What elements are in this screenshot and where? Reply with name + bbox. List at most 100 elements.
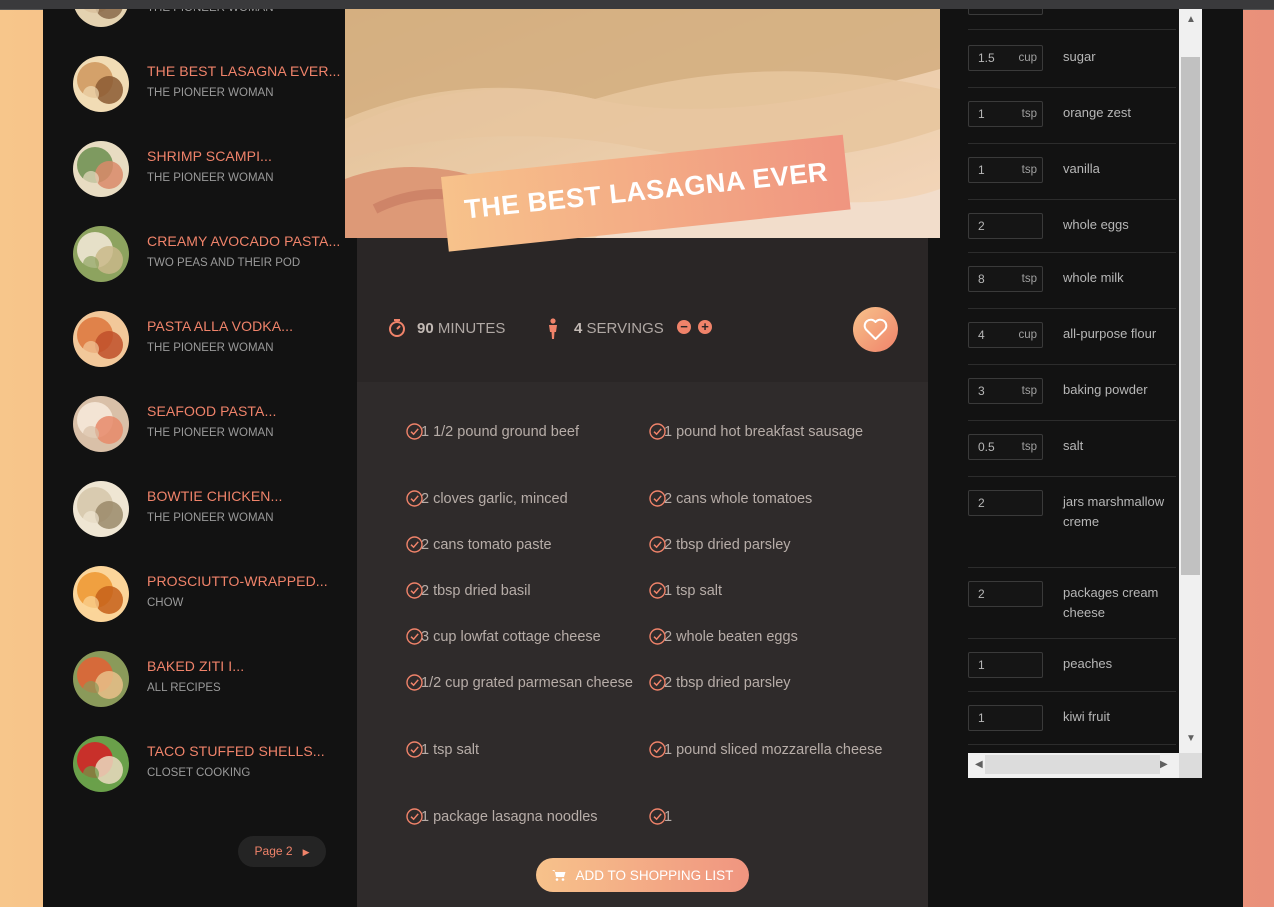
quantity-input[interactable]: 3 tsp [968, 378, 1043, 404]
sidebar-item-title: PASTA ALLA VODKA... [147, 318, 294, 334]
servings-unit: SERVINGS [586, 320, 664, 337]
ingredient-text: 2 whole beaten eggs [664, 627, 883, 648]
ingredient-description: tbsp dried basil [433, 583, 531, 599]
sidebar-item-recipe[interactable]: THE PIONEER WOMAN [73, 9, 353, 27]
ingredient-text: 1 pound hot breakfast sausage [664, 422, 883, 443]
sidebar-item-recipe[interactable]: THE BEST LASAGNA EVER... THE PIONEER WOM… [73, 56, 353, 112]
sidebar-item-title: SHRIMP SCAMPI... [147, 148, 273, 164]
sidebar-item-title: THE BEST LASAGNA EVER... [147, 63, 341, 79]
ingredient-description: package lasagna noodles [433, 809, 598, 825]
quantity-input[interactable]: 8 tsp [968, 266, 1043, 292]
shopping-list-row [968, 9, 1176, 30]
scroll-up-icon[interactable]: ▲ [1186, 14, 1196, 25]
shopping-list-row: 2 whole eggs [968, 199, 1176, 253]
quantity-input[interactable] [968, 9, 1043, 15]
quantity-unit: tsp [1021, 273, 1037, 285]
ingredient-quantity: 1 [421, 742, 430, 758]
add-to-shopping-list-label: ADD TO SHOPPING LIST [575, 868, 734, 883]
ingredient-quantity: 1 [664, 742, 673, 758]
quantity-value: 1 [978, 163, 985, 177]
quantity-unit: tsp [1021, 108, 1037, 120]
ingredient-text: 2 cans whole tomatoes [664, 489, 883, 510]
scroll-down-icon[interactable]: ▼ [1186, 733, 1196, 744]
sidebar-item-recipe[interactable]: BOWTIE CHICKEN... THE PIONEER WOMAN [73, 481, 353, 537]
ingredient-text: 1 package lasagna noodles [421, 807, 640, 828]
ingredient-text: 2 cans tomato paste [421, 535, 640, 556]
quantity-input[interactable]: 2 [968, 213, 1043, 239]
quantity-value: 1.5 [978, 51, 995, 65]
increase-servings-button[interactable]: + [698, 320, 712, 334]
horizontal-scroll-thumb[interactable] [985, 755, 1160, 774]
recipe-thumbnail [73, 141, 129, 197]
recipe-thumbnail [73, 481, 129, 537]
ingredient-text: 1 tsp salt [421, 740, 640, 761]
sidebar-item-recipe[interactable]: CREAMY AVOCADO PASTA... TWO PEAS AND THE… [73, 226, 353, 282]
shopping-item-name: all-purpose flour [1063, 326, 1157, 341]
sidebar-item-recipe[interactable]: PROSCIUTTO-WRAPPED... CHOW [73, 566, 353, 622]
quantity-input[interactable]: 1 [968, 652, 1043, 678]
quantity-input[interactable]: 2 [968, 490, 1043, 516]
sidebar-item-recipe[interactable]: PASTA ALLA VODKA... THE PIONEER WOMAN [73, 311, 353, 367]
sidebar-item-recipe[interactable]: SHRIMP SCAMPI... THE PIONEER WOMAN [73, 141, 353, 197]
recipe-thumbnail [73, 311, 129, 367]
sidebar-item-recipe[interactable]: SEAFOOD PASTA... THE PIONEER WOMAN [73, 396, 353, 452]
ingredient-quantity: 2 [664, 537, 673, 553]
ingredient-quantity: 2 [421, 537, 430, 553]
ingredient-text: 3 cup lowfat cottage cheese [421, 627, 640, 648]
shopping-list-row: 1 tsp vanilla [968, 143, 1176, 200]
scroll-corner [1179, 753, 1202, 778]
ingredient-description: pound hot breakfast sausage [676, 424, 864, 440]
recipe-thumbnail [73, 226, 129, 282]
scroll-left-icon[interactable]: ◀ [975, 759, 983, 770]
recipe-thumbnail [73, 9, 129, 27]
add-to-shopping-list-button[interactable]: ADD TO SHOPPING LIST [536, 858, 749, 892]
next-page-button[interactable]: Page 2 ▶ [238, 836, 326, 867]
quantity-input[interactable]: 2 [968, 581, 1043, 607]
servings-value: 4 [574, 320, 583, 337]
sidebar-item-recipe[interactable]: TACO STUFFED SHELLS... CLOSET COOKING [73, 736, 353, 792]
cart-icon [551, 867, 570, 883]
quantity-input[interactable]: 1 tsp [968, 101, 1043, 127]
shopping-item-name: salt [1063, 438, 1084, 453]
shopping-item-name: kiwi fruit [1063, 709, 1110, 724]
sidebar-item-publisher: CHOW [147, 597, 184, 609]
ingredient-text: 1 [664, 807, 883, 828]
shopping-list-row: 2 packages cream cheese [968, 567, 1176, 639]
recipe-thumbnail [73, 56, 129, 112]
quantity-unit: tsp [1021, 385, 1037, 397]
quantity-input[interactable]: 4 cup [968, 322, 1043, 348]
shopping-list-row: 1.5 cup sugar [968, 31, 1176, 88]
decrease-servings-button[interactable]: − [677, 320, 691, 334]
quantity-unit: tsp [1021, 441, 1037, 453]
quantity-value: 4 [978, 328, 985, 342]
quantity-unit: cup [1018, 52, 1037, 64]
ingredient-description: cloves garlic, minced [433, 491, 568, 507]
sidebar-item-title: PROSCIUTTO-WRAPPED... [147, 573, 328, 589]
ingredient-description: pound sliced mozzarella cheese [676, 742, 883, 758]
sidebar-item-recipe[interactable]: BAKED ZITI I... ALL RECIPES [73, 651, 353, 707]
shopping-item-name: vanilla [1063, 161, 1100, 176]
ingredient-text: 2 tbsp dried basil [421, 581, 640, 602]
cook-time-unit: MINUTES [437, 320, 506, 337]
ingredient-text: 1 tsp salt [664, 581, 883, 602]
horizontal-scrollbar[interactable]: ◀ ▶ [968, 753, 1202, 778]
quantity-input[interactable]: 1.5 cup [968, 45, 1043, 71]
quantity-input[interactable]: 0.5 tsp [968, 434, 1043, 460]
favorite-button[interactable] [853, 307, 898, 352]
shopping-list-row: 8 tsp whole milk [968, 252, 1176, 309]
vertical-scroll-thumb[interactable] [1181, 57, 1200, 575]
page-button-label: Page 2 [254, 844, 293, 858]
quantity-input[interactable]: 1 tsp [968, 157, 1043, 183]
vertical-scrollbar[interactable]: ▲ ▼ [1179, 9, 1202, 760]
play-arrow-icon: ▶ [302, 847, 310, 857]
shopping-item-name: whole eggs [1063, 217, 1129, 232]
shopping-list-row: 1 kiwi fruit [968, 691, 1176, 745]
quantity-input[interactable]: 1 [968, 705, 1043, 731]
sidebar-item-publisher: THE PIONEER WOMAN [147, 427, 274, 439]
ingredient-text: 2 cloves garlic, minced [421, 489, 640, 510]
scroll-right-icon[interactable]: ▶ [1160, 759, 1168, 770]
quantity-value: 1 [978, 658, 985, 672]
quantity-value: 0.5 [978, 440, 995, 454]
ingredient-description: cans tomato paste [433, 537, 552, 553]
shopping-list-row: 3 tsp baking powder [968, 364, 1176, 421]
